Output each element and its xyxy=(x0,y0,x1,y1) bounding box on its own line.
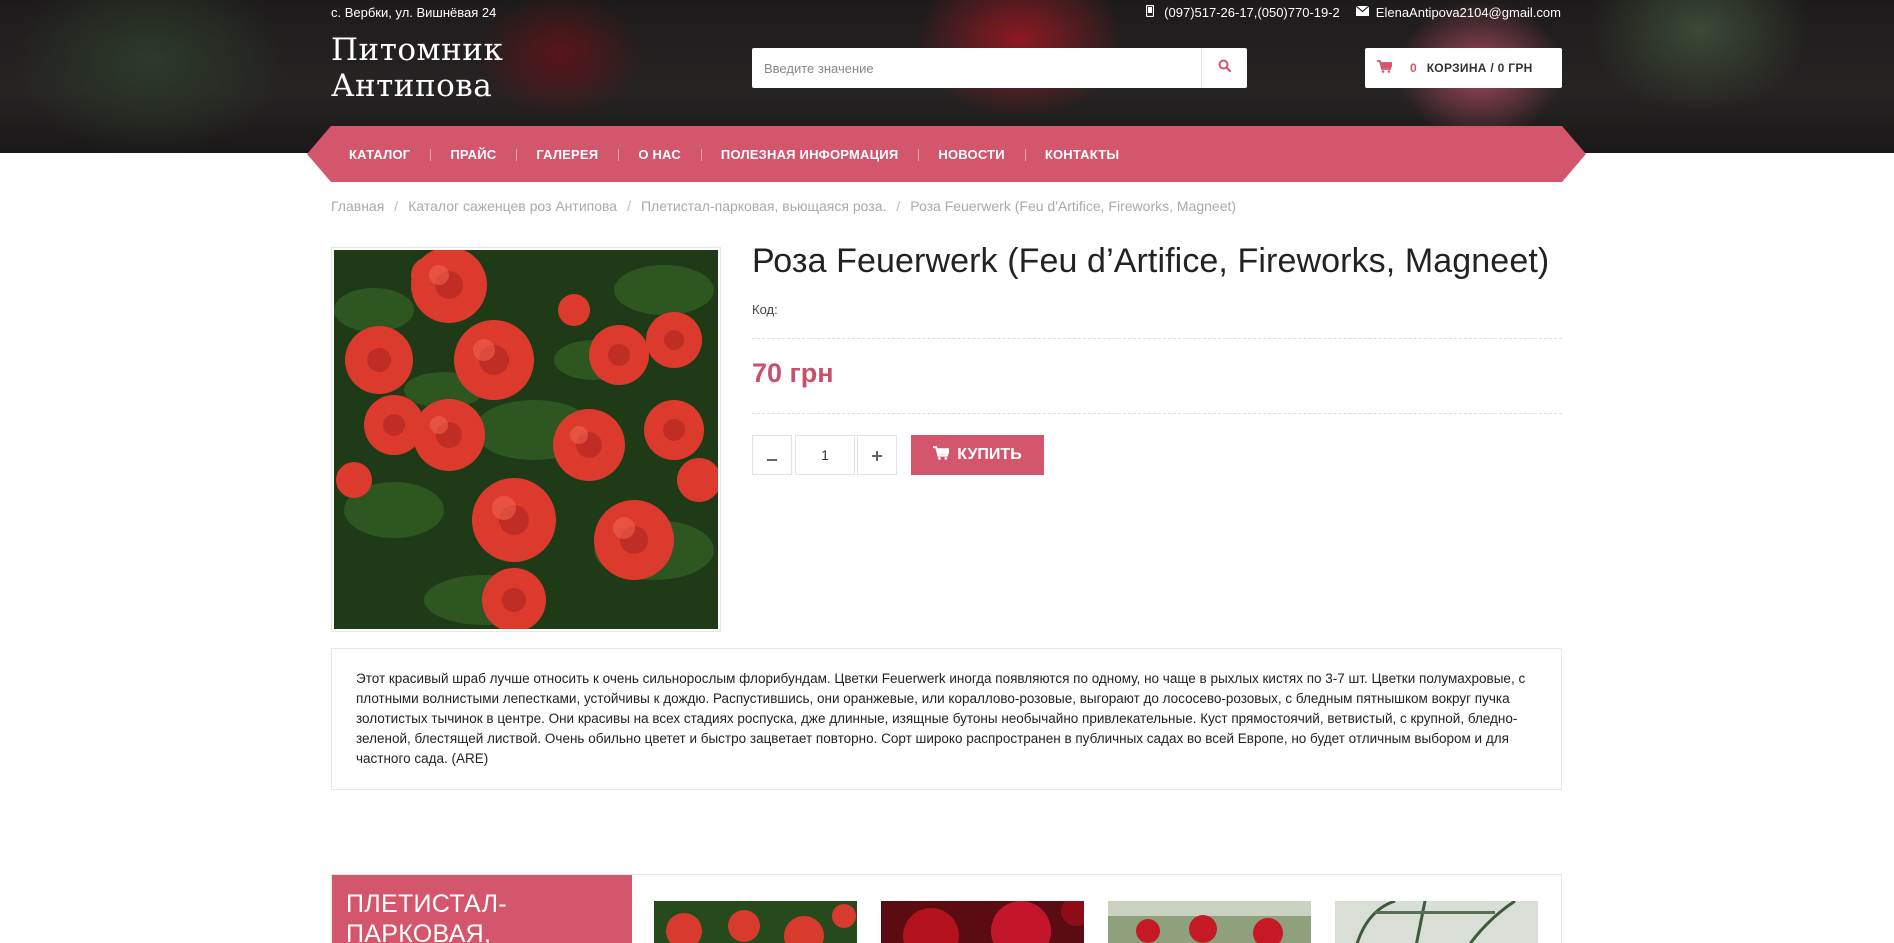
product-price: 70 грн xyxy=(752,358,834,388)
related-product-thumb[interactable] xyxy=(1108,901,1311,943)
search-button[interactable] xyxy=(1201,48,1247,88)
cart-icon xyxy=(1377,60,1394,76)
product-title: Роза Feuerwerk (Feu d’Artifice, Firework… xyxy=(752,242,1550,280)
envelope-icon xyxy=(1355,5,1370,19)
nav-item-news[interactable]: НОВОСТИ xyxy=(918,147,1024,162)
search-icon xyxy=(1218,59,1232,77)
nav-item-gallery[interactable]: ГАЛЕРЕЯ xyxy=(516,147,618,162)
category-heading-line-1: ПЛЕТИСТАЛ- xyxy=(346,890,507,918)
logo-line-1: Питомник xyxy=(331,32,504,68)
site-logo[interactable]: Питомник Антипова xyxy=(331,32,503,104)
breadcrumb-separator: / xyxy=(627,198,631,214)
quantity-increase-button[interactable] xyxy=(857,435,897,475)
cart-icon xyxy=(933,445,951,465)
product-code-label: Код: xyxy=(752,302,778,317)
breadcrumb-separator: / xyxy=(394,198,399,214)
mobile-icon xyxy=(1144,4,1156,20)
search-bar xyxy=(752,48,1247,88)
quantity-decrease-button[interactable] xyxy=(752,435,792,475)
contact-info: (097)517-26-17,(050)770-19-2 ElenaAntipo… xyxy=(1144,4,1561,20)
divider xyxy=(752,338,1562,339)
breadcrumb-current: Роза Feuerwerk (Feu d'Artifice, Firework… xyxy=(910,198,1237,214)
cart-label: КОРЗИНА / 0 ГРН xyxy=(1426,61,1533,75)
address-text: с. Вербки, ул. Вишнёвая 24 xyxy=(331,5,497,20)
breadcrumb-home[interactable]: Главная xyxy=(331,198,384,214)
product-image[interactable] xyxy=(331,247,721,632)
minus-icon xyxy=(767,445,777,466)
email-link[interactable]: ElenaAntipova2104@gmail.com xyxy=(1376,5,1561,20)
search-input[interactable] xyxy=(752,48,1201,88)
nav-item-contacts[interactable]: КОНТАКТЫ xyxy=(1025,147,1139,162)
nav-item-useful-info[interactable]: ПОЛЕЗНАЯ ИНФОРМАЦИЯ xyxy=(701,147,918,162)
nav-item-about[interactable]: О НАС xyxy=(618,147,701,162)
nav-item-catalog[interactable]: КАТАЛОГ xyxy=(349,147,430,162)
related-product-thumb[interactable] xyxy=(881,901,1084,943)
related-product-thumb[interactable] xyxy=(654,901,857,943)
divider xyxy=(752,413,1562,414)
breadcrumb-category[interactable]: Плетистал-парковая, вьющаяся роза. xyxy=(641,198,886,214)
plus-icon xyxy=(872,445,882,466)
breadcrumb-catalog[interactable]: Каталог саженцев роз Антипова xyxy=(408,198,617,214)
nav-item-price[interactable]: ПРАЙС xyxy=(430,147,516,162)
main-nav: КАТАЛОГ ПРАЙС ГАЛЕРЕЯ О НАС ПОЛЕЗНАЯ ИНФ… xyxy=(307,126,1586,182)
related-product-thumb[interactable] xyxy=(1335,901,1538,943)
buy-button[interactable]: КУПИТЬ xyxy=(911,435,1044,475)
breadcrumb-separator: / xyxy=(896,198,901,214)
product-description: Этот красивый шраб лучше относить к очен… xyxy=(331,648,1562,790)
rose-photo xyxy=(334,250,718,629)
cart-button[interactable]: 0 КОРЗИНА / 0 ГРН xyxy=(1365,48,1562,88)
category-heading-line-2: ПАРКОВАЯ, xyxy=(346,920,492,943)
breadcrumb: Главная / Каталог саженцев роз Антипова … xyxy=(331,198,1236,214)
related-products-section: ПЛЕТИСТАЛ- ПАРКОВАЯ, xyxy=(331,874,1562,943)
cart-count: 0 xyxy=(1410,61,1417,75)
buy-button-label: КУПИТЬ xyxy=(957,446,1022,463)
phone-numbers[interactable]: (097)517-26-17,(050)770-19-2 xyxy=(1164,5,1340,20)
category-heading[interactable]: ПЛЕТИСТАЛ- ПАРКОВАЯ, xyxy=(332,875,632,943)
quantity-input[interactable] xyxy=(795,435,855,475)
logo-line-2: Антипова xyxy=(331,68,493,104)
